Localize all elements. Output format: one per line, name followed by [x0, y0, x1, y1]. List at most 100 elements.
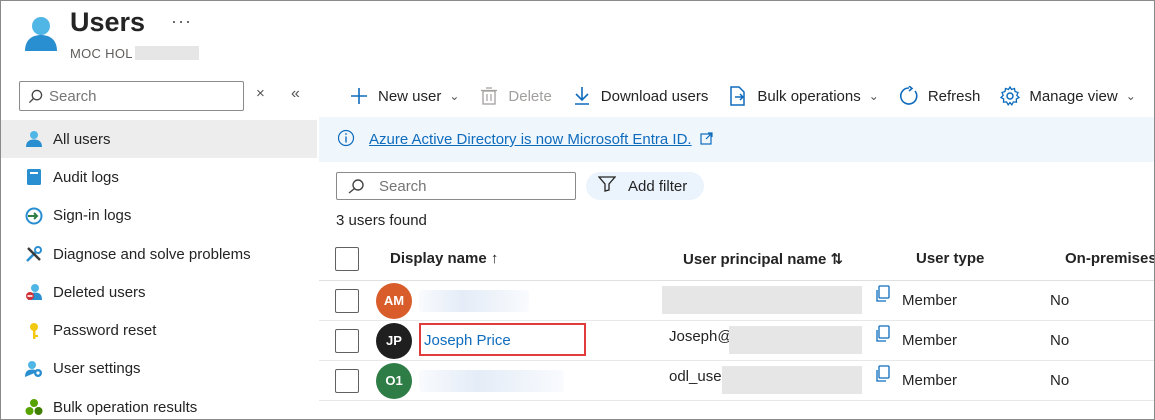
- user-type-cell: Member: [902, 292, 958, 309]
- sidebar-item-user-settings[interactable]: User settings: [1, 350, 317, 388]
- sidebar-item-label: Audit logs: [53, 168, 119, 186]
- redacted-upn: [729, 326, 862, 354]
- sidebar-search-input[interactable]: [49, 87, 229, 105]
- avatar: JP: [376, 322, 412, 359]
- user-type-cell: Member: [902, 372, 958, 389]
- refresh-icon: [898, 85, 920, 107]
- avatar: O1: [376, 362, 412, 399]
- info-banner: Azure Active Directory is now Microsoft …: [319, 117, 1154, 162]
- entra-id-link[interactable]: Azure Active Directory is now Microsoft …: [369, 131, 692, 148]
- user-icon: [25, 130, 43, 148]
- sidebar-item-label: User settings: [53, 360, 141, 378]
- manage-view-button[interactable]: Manage view ⌄: [999, 85, 1136, 107]
- user-settings-icon: [25, 360, 43, 378]
- sidebar-item-label: Password reset: [53, 322, 157, 340]
- add-filter-button[interactable]: Add filter: [586, 172, 704, 200]
- redacted-display-name[interactable]: [419, 370, 564, 392]
- column-header-user-type: User type: [916, 250, 985, 267]
- sidebar-item-label: Bulk operation results: [53, 398, 198, 416]
- sidebar-item-audit-logs[interactable]: Audit logs: [1, 158, 317, 196]
- tenant-name: MOC HOL: [70, 46, 199, 61]
- download-icon: [571, 85, 593, 107]
- sidebar-item-label: Sign-in logs: [53, 207, 132, 225]
- copy-icon[interactable]: [875, 365, 891, 387]
- bulk-results-icon: [25, 398, 43, 416]
- key-icon: [25, 322, 43, 340]
- new-user-label: New user: [378, 87, 442, 105]
- highlight-box: [419, 323, 586, 356]
- deleted-user-icon: [25, 283, 43, 301]
- filter-icon: [597, 176, 617, 196]
- sidebar-item-bulk-results[interactable]: Bulk operation results: [1, 388, 317, 419]
- sidebar-item-sign-in-logs[interactable]: Sign-in logs: [1, 197, 317, 235]
- users-table: Display name ↑ User principal name ⇅ Use…: [319, 237, 1155, 401]
- sidebar-item-password-reset[interactable]: Password reset: [1, 311, 317, 349]
- command-bar: New user ⌄ Delete Download users Bulk op…: [348, 83, 1154, 109]
- sidebar-nav: All users Audit logs Sign-in logs Diagno…: [1, 120, 317, 419]
- chevron-down-icon: ⌄: [868, 89, 879, 103]
- search-icon: [28, 89, 43, 103]
- on-premises-cell: No: [1050, 332, 1070, 349]
- refresh-button[interactable]: Refresh: [898, 85, 981, 107]
- copy-icon[interactable]: [875, 285, 891, 307]
- table-row[interactable]: O1 odl_user Member No: [319, 361, 1154, 401]
- more-options-button[interactable]: ···: [171, 11, 192, 32]
- chevron-down-icon: ⌄: [1125, 89, 1136, 103]
- bulk-document-icon: [727, 85, 749, 107]
- upn-cell: odl_user: [669, 368, 727, 385]
- refresh-label: Refresh: [927, 87, 981, 105]
- avatar: AM: [376, 282, 412, 319]
- column-header-display-name[interactable]: Display name ↑: [390, 250, 498, 267]
- column-header-upn[interactable]: User principal name ⇅: [683, 250, 843, 268]
- sidebar-item-label: All users: [53, 130, 111, 148]
- chevron-down-icon: ⌄: [449, 89, 460, 103]
- delete-button[interactable]: Delete: [478, 85, 552, 107]
- info-icon: [337, 129, 355, 151]
- delete-label: Delete: [508, 87, 552, 105]
- user-search-input[interactable]: [379, 177, 559, 195]
- signin-icon: [25, 207, 43, 225]
- sidebar-item-deleted-users[interactable]: Deleted users: [1, 273, 317, 311]
- on-premises-cell: No: [1050, 372, 1070, 389]
- trash-icon: [478, 85, 500, 107]
- new-user-button[interactable]: New user ⌄: [348, 85, 459, 107]
- sidebar-item-label: Diagnose and solve problems: [53, 245, 251, 263]
- sidebar-item-label: Deleted users: [53, 283, 146, 301]
- plus-icon: [348, 85, 370, 107]
- redacted-text: [134, 46, 199, 60]
- users-blade: Users ··· MOC HOL × « All users Audit lo…: [0, 0, 1155, 420]
- user-type-cell: Member: [902, 332, 958, 349]
- collapse-sidebar-button[interactable]: «: [291, 85, 300, 103]
- upn-cell: Joseph@: [669, 328, 733, 345]
- table-row[interactable]: AM Member No: [319, 281, 1154, 321]
- log-icon: [25, 168, 43, 186]
- page-title: Users: [70, 7, 146, 37]
- download-users-label: Download users: [600, 87, 709, 105]
- external-link-icon[interactable]: [700, 131, 713, 148]
- redacted-display-name[interactable]: [419, 290, 529, 312]
- users-icon: [21, 15, 61, 53]
- bulk-operations-button[interactable]: Bulk operations ⌄: [727, 85, 879, 107]
- wrench-icon: [25, 245, 43, 263]
- row-checkbox[interactable]: [335, 328, 359, 353]
- add-filter-label: Add filter: [628, 177, 688, 195]
- select-all-checkbox[interactable]: [335, 246, 359, 271]
- download-users-button[interactable]: Download users: [571, 85, 709, 107]
- sidebar-search-input-wrapper[interactable]: [19, 81, 244, 111]
- table-row[interactable]: JP Joseph Price Joseph@ Member No: [319, 321, 1154, 361]
- redacted-upn: [662, 286, 862, 314]
- user-search-input-wrapper[interactable]: [336, 172, 576, 200]
- manage-view-label: Manage view: [1029, 87, 1118, 105]
- clear-search-button[interactable]: ×: [256, 85, 265, 102]
- sidebar-item-diagnose[interactable]: Diagnose and solve problems: [1, 235, 317, 273]
- bulk-operations-label: Bulk operations: [757, 87, 861, 105]
- table-header: Display name ↑ User principal name ⇅ Use…: [319, 237, 1155, 281]
- row-checkbox[interactable]: [335, 288, 359, 313]
- row-checkbox[interactable]: [335, 368, 359, 393]
- sidebar-item-all-users[interactable]: All users: [1, 120, 317, 159]
- search-icon: [348, 178, 364, 194]
- copy-icon[interactable]: [875, 325, 891, 347]
- on-premises-cell: No: [1050, 292, 1070, 309]
- column-header-on-premises: On-premises: [1065, 250, 1155, 267]
- gear-icon: [999, 85, 1021, 107]
